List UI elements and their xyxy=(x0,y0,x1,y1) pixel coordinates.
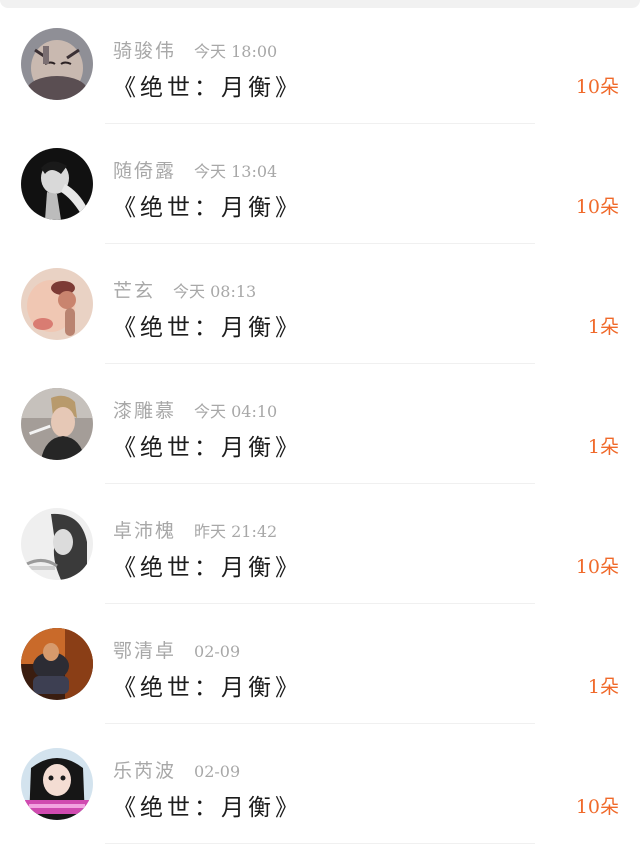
sender-line: 芒玄 今天 08:13 xyxy=(113,276,256,303)
message-time: 今天 04:10 xyxy=(194,402,278,421)
sender-name: 鄂清卓 xyxy=(113,640,177,662)
flower-count: 1朵 xyxy=(587,316,619,338)
sender-name: 随倚露 xyxy=(113,160,177,182)
flower-count: 10朵 xyxy=(575,76,619,98)
message-time: 今天 13:04 xyxy=(194,162,278,181)
sender-name: 芒玄 xyxy=(113,280,156,302)
list-item[interactable]: 漆雕慕 今天 04:10 《绝世：月衡》 1朵 xyxy=(0,364,640,484)
message-text: 《绝世：月衡》 xyxy=(113,435,302,461)
flower-count: 10朵 xyxy=(575,196,619,218)
flower-count: 10朵 xyxy=(575,556,619,578)
avatar[interactable] xyxy=(21,28,93,100)
list-item[interactable]: 卓沛槐 昨天 21:42 《绝世：月衡》 10朵 xyxy=(0,484,640,604)
flower-count: 1朵 xyxy=(587,436,619,458)
list-item[interactable]: 随倚露 今天 13:04 《绝世：月衡》 10朵 xyxy=(0,124,640,244)
avatar[interactable] xyxy=(21,748,93,820)
sender-line: 漆雕慕 今天 04:10 xyxy=(113,396,277,423)
sender-name: 卓沛槐 xyxy=(113,520,177,542)
sender-name: 骑骏伟 xyxy=(113,40,177,62)
sender-line: 鄂清卓 02-09 xyxy=(113,636,240,663)
message-text: 《绝世：月衡》 xyxy=(113,315,302,341)
message-text: 《绝世：月衡》 xyxy=(113,195,302,221)
list-item[interactable]: 乐芮波 02-09 《绝世：月衡》 10朵 xyxy=(0,724,640,844)
flower-count: 1朵 xyxy=(587,676,619,698)
message-text: 《绝世：月衡》 xyxy=(113,75,302,101)
sender-line: 骑骏伟 今天 18:00 xyxy=(113,36,277,63)
avatar[interactable] xyxy=(21,388,93,460)
list-item[interactable]: 鄂清卓 02-09 《绝世：月衡》 1朵 xyxy=(0,604,640,724)
message-list: 骑骏伟 今天 18:00 《绝世：月衡》 10朵 随倚露 今天 13:04 《绝世：… xyxy=(0,4,640,844)
message-time: 今天 08:13 xyxy=(173,282,257,301)
avatar[interactable] xyxy=(21,268,93,340)
avatar[interactable] xyxy=(21,628,93,700)
sender-name: 漆雕慕 xyxy=(113,400,177,422)
message-time: 昨天 21:42 xyxy=(194,522,278,541)
message-text: 《绝世：月衡》 xyxy=(113,795,302,821)
avatar[interactable] xyxy=(21,508,93,580)
divider xyxy=(105,843,535,844)
list-item[interactable]: 芒玄 今天 08:13 《绝世：月衡》 1朵 xyxy=(0,244,640,364)
sender-line: 随倚露 今天 13:04 xyxy=(113,156,277,183)
flower-count: 10朵 xyxy=(575,796,619,818)
sender-name: 乐芮波 xyxy=(113,760,177,782)
message-text: 《绝世：月衡》 xyxy=(113,675,302,701)
message-time: 02-09 xyxy=(194,642,241,661)
message-time: 02-09 xyxy=(194,762,241,781)
message-text: 《绝世：月衡》 xyxy=(113,555,302,581)
message-time: 今天 18:00 xyxy=(194,42,278,61)
list-item[interactable]: 骑骏伟 今天 18:00 《绝世：月衡》 10朵 xyxy=(0,4,640,124)
sender-line: 乐芮波 02-09 xyxy=(113,756,240,783)
sender-line: 卓沛槐 昨天 21:42 xyxy=(113,516,277,543)
avatar[interactable] xyxy=(21,148,93,220)
